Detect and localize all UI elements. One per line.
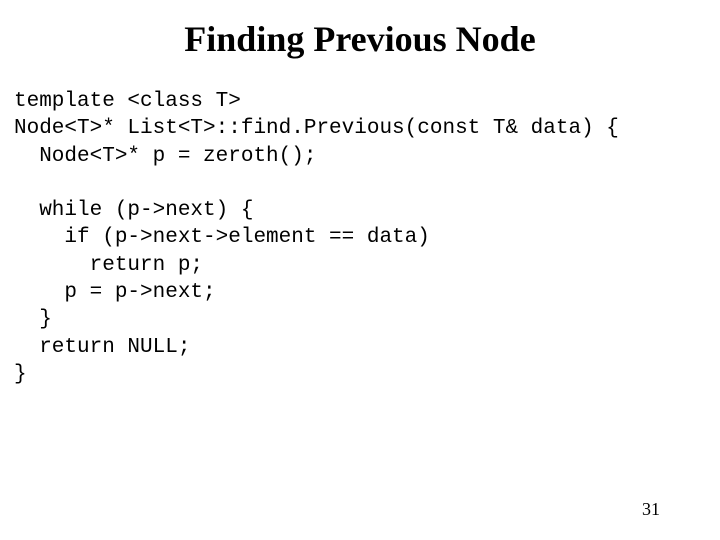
page-number: 31: [642, 499, 660, 520]
slide-title: Finding Previous Node: [0, 0, 720, 68]
slide: Finding Previous Node template <class T>…: [0, 0, 720, 540]
code-block: template <class T> Node<T>* List<T>::fin…: [0, 68, 720, 388]
